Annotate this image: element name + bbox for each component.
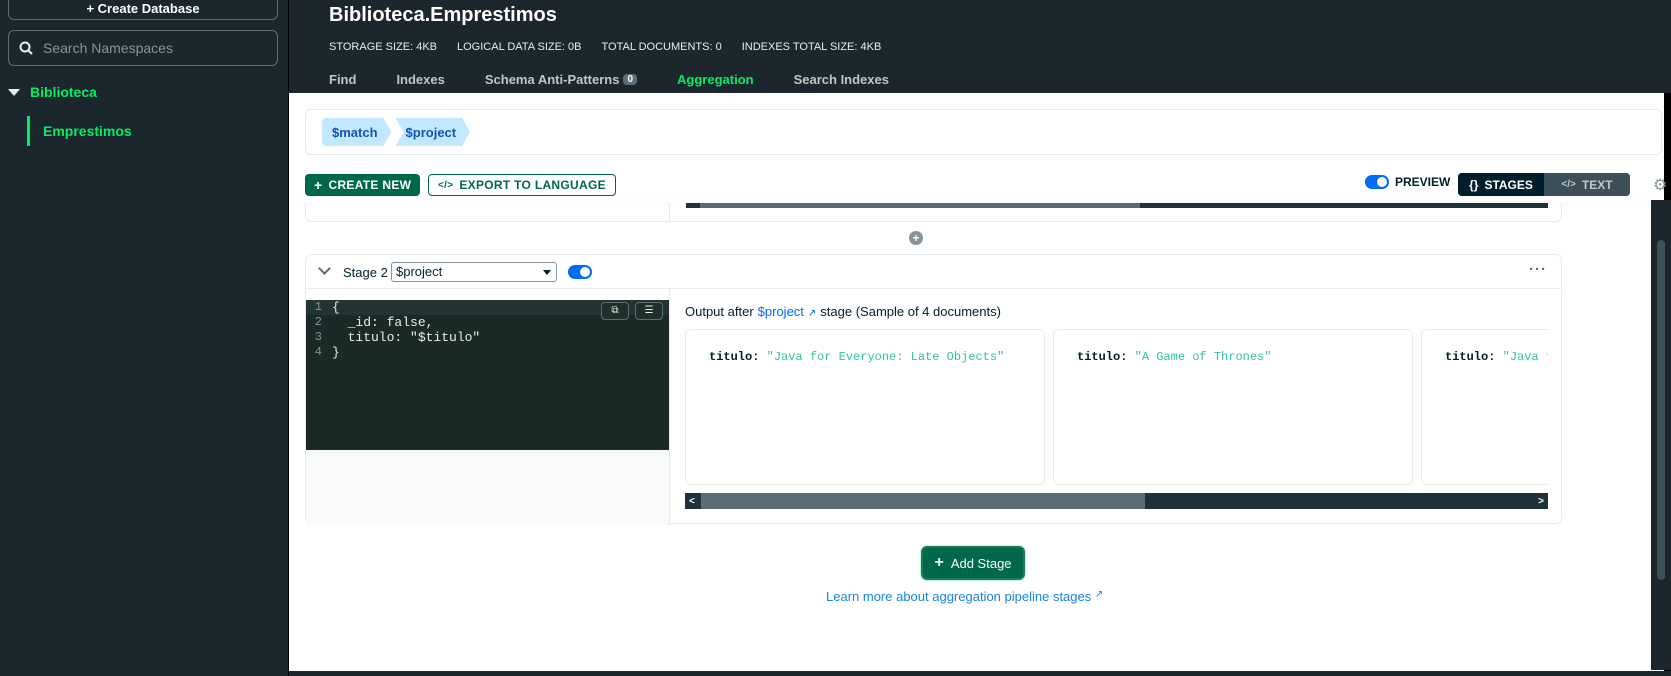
horizontal-scrollbar[interactable]: < > [685,493,1548,509]
stages-view-button[interactable]: {} STAGES [1458,173,1544,196]
stage-header: Stage 2 $project ··· [306,255,1561,289]
field-value: "A Game of Thrones" [1134,350,1272,364]
more-options-icon[interactable]: ··· [1529,261,1547,278]
external-link-icon: ↗ [1094,589,1104,600]
chevron-down-icon[interactable] [318,262,331,275]
page-title: Biblioteca.Emprestimos [329,4,557,26]
scrollbar-thumb[interactable] [1657,240,1665,580]
output-documents: titulo: "Java for Everyone: Late Objects… [685,329,1548,489]
document-card: titulo: "Java fo [1421,329,1548,485]
create-database-button[interactable]: + Create Database [8,0,278,20]
text-view-button[interactable]: </> TEXT [1544,173,1630,196]
create-new-label: CREATE NEW [328,178,412,192]
export-label: EXPORT TO LANGUAGE [459,178,606,192]
stages-label: STAGES [1484,177,1533,192]
stage-enable-toggle[interactable] [568,265,592,279]
total-documents: TOTAL DOCUMENTS: 0 [601,41,722,53]
code-icon: </> [1561,179,1576,190]
stage-label: Stage 2 [343,265,388,280]
add-stage-button[interactable]: + Add Stage [921,546,1025,580]
plus-icon: + [934,554,944,571]
vertical-scrollbar[interactable] [1651,200,1671,670]
copy-icon[interactable]: ⧉ [601,302,629,320]
document-card: titulo: "A Game of Thrones" [1053,329,1413,485]
toggle-switch[interactable] [1365,175,1389,189]
pipeline-stage-chip-project[interactable]: $project [396,118,471,146]
count-badge: 0 [623,74,638,85]
tab-search-indexes[interactable]: Search Indexes [794,72,889,87]
sidebar-item-database[interactable]: Biblioteca [8,84,97,100]
learn-more-label: Learn more about aggregation pipeline st… [826,589,1092,604]
database-name: Biblioteca [30,84,97,100]
collection-stats: STORAGE SIZE: 4KB LOGICAL DATA SIZE: 0B … [329,41,881,53]
code-icon: </> [438,179,454,191]
external-link-icon: ↗ [807,308,817,319]
output-prefix: Output after [685,304,754,319]
aggregation-workspace: $match $project + CREATE NEW </> EXPORT … [289,93,1667,671]
tab-indexes[interactable]: Indexes [396,72,444,87]
field-key: titulo: [1077,350,1128,364]
toolbar-divider [289,201,1664,202]
stage-card: Stage 2 $project ··· 1{ 2 _id: false, 3 … [305,254,1562,525]
search-icon [19,41,33,55]
storage-size: STORAGE SIZE: 4KB [329,41,437,53]
view-mode-segmented-control: {} STAGES </> TEXT [1458,173,1630,196]
add-stage-label: Add Stage [950,555,1012,571]
stage-operator-value: $project [396,264,443,279]
tab-schema-label: Schema Anti-Patterns [484,72,620,87]
indexes-size: INDEXES TOTAL SIZE: 4KB [741,41,882,53]
previous-stage-card [305,203,1562,222]
bottom-edge [289,671,1671,676]
preview-label: PREVIEW [1395,175,1451,189]
dropdown-arrow-icon [543,270,551,275]
tab-aggregation[interactable]: Aggregation [677,72,754,87]
search-namespaces-input[interactable] [43,40,263,56]
pipeline-breadcrumb: $match $project [305,109,1662,155]
create-new-button[interactable]: + CREATE NEW [305,174,421,196]
field-value: "Java fo [1502,350,1548,364]
tab-bar: Find Indexes Schema Anti-Patterns 0 Aggr… [329,72,929,87]
stage-operator-select[interactable]: $project [391,262,557,282]
collection-header: Biblioteca.Emprestimos STORAGE SIZE: 4KB… [289,0,1671,93]
logical-size: LOGICAL DATA SIZE: 0B [457,41,582,53]
field-key: titulo: [709,350,760,364]
braces-icon: {} [1469,177,1479,192]
horizontal-scrollbar[interactable] [686,203,1548,208]
sidebar: + Create Database Biblioteca Emprestimos [0,0,288,676]
field-value: "Java for Everyone: Late Objects" [766,350,1005,364]
stage-divider [669,289,670,525]
document-card: titulo: "Java for Everyone: Late Objects… [685,329,1045,485]
field-key: titulo: [1445,350,1496,364]
code-line: 3 titulo: "$titulo" [314,330,481,345]
editor-footer-area [306,450,669,525]
tab-schema-anti-patterns[interactable]: Schema Anti-Patterns 0 [484,72,638,87]
toggle-switch[interactable] [568,265,592,279]
export-to-language-button[interactable]: </> EXPORT TO LANGUAGE [428,174,616,196]
preview-toggle[interactable]: PREVIEW [1365,175,1450,189]
stage-code-editor[interactable]: 1{ 2 _id: false, 3 titulo: "$titulo" 4} … [306,300,669,450]
stage-divider [669,203,670,222]
format-icon[interactable]: ☰ [635,302,663,320]
plus-icon: + [314,177,323,193]
tab-find[interactable]: Find [329,72,356,87]
pipeline-toolbar: + CREATE NEW </> EXPORT TO LANGUAGE PREV… [305,173,1667,201]
scrollbar-thumb[interactable] [701,493,1145,509]
learn-more-link[interactable]: Learn more about aggregation pipeline st… [826,589,1103,604]
add-stage-inline-icon[interactable]: + [909,231,923,245]
pipeline-stage-chip-match[interactable]: $match [322,118,392,146]
text-label: TEXT [1581,177,1613,192]
sidebar-item-collection[interactable]: Emprestimos [27,116,132,146]
caret-down-icon [8,88,20,96]
code-line: 4} [314,345,340,360]
chevron-right-icon[interactable]: > [1538,496,1544,507]
output-heading: Output after $project ↗ stage (Sample of… [685,304,1001,319]
output-suffix: stage (Sample of 4 documents) [820,304,1001,319]
gear-icon[interactable]: ⚙ [1653,175,1667,195]
editor-tools: ⧉ ☰ [601,302,663,320]
search-namespaces-field[interactable] [8,30,278,66]
chevron-left-icon[interactable]: < [689,496,695,507]
operator-doc-link[interactable]: $project [758,304,804,319]
